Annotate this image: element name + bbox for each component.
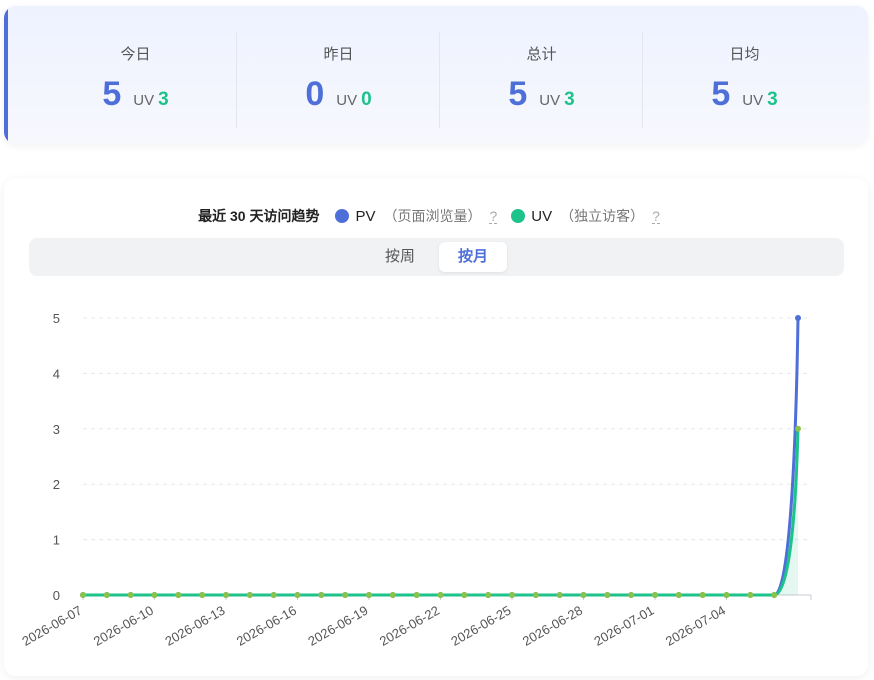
uv-point <box>604 592 611 598</box>
uv-point <box>652 592 658 598</box>
uv-point <box>127 592 134 598</box>
x-tick-label: 2026-07-04 <box>663 603 728 649</box>
x-tick-label: 2026-06-28 <box>520 603 585 649</box>
accent-bar <box>4 6 8 144</box>
x-tick-label: 2026-06-22 <box>377 603 442 649</box>
y-tick-label: 0 <box>53 588 60 603</box>
uv-point <box>318 592 325 598</box>
stat-daily-average: 日均 5 UV 3 <box>643 6 846 144</box>
uv-point <box>389 592 396 598</box>
uv-point <box>461 592 468 598</box>
uv-point <box>80 592 86 598</box>
uv-value: 3 <box>564 89 575 110</box>
uv-point <box>175 592 182 598</box>
uv-point <box>675 592 682 598</box>
uv-area <box>83 428 798 595</box>
stat-label: 昨日 <box>323 46 354 63</box>
uv-point <box>103 592 110 598</box>
pv-value: 5 <box>508 75 528 113</box>
stat-yesterday: 昨日 0 UV 0 <box>237 6 440 144</box>
uv-point <box>532 592 539 598</box>
pv-value: 5 <box>102 75 122 113</box>
uv-value: 0 <box>361 89 372 110</box>
chart-card: 最近 30 天访问趋势 PV （页面浏览量） ? UV （独立访客） ? 按周 … <box>4 178 868 676</box>
x-tick-label: 2026-06-19 <box>305 603 370 649</box>
uv-point <box>342 592 349 598</box>
x-tick-label: 2026-06-07 <box>19 603 84 649</box>
y-tick-label: 4 <box>53 366 60 381</box>
pv-value: 5 <box>711 75 731 113</box>
stats-card: 今日 5 UV 3 昨日 0 UV 0 总计 5 UV 3 日均 5 UV 3 <box>4 6 868 144</box>
stat-today: 今日 5 UV 3 <box>34 6 237 144</box>
trend-chart: 0123452026-06-07 2026-06-10 2026-06-13 2026… <box>19 311 812 649</box>
uv-point <box>485 592 492 598</box>
uv-point <box>294 592 301 598</box>
uv-value: 3 <box>767 89 778 110</box>
uv-point <box>509 592 515 598</box>
uv-point <box>366 592 372 598</box>
y-tick-label: 5 <box>53 311 60 326</box>
pv-point <box>795 315 801 321</box>
y-tick-label: 1 <box>53 533 60 548</box>
uv-point <box>437 592 444 598</box>
x-tick-label: 2026-06-13 <box>162 603 227 649</box>
uv-label: UV <box>539 92 561 109</box>
uv-series-line <box>83 428 800 597</box>
uv-point <box>556 592 563 598</box>
x-tick-label: 2026-07-01 <box>591 603 656 649</box>
uv-point <box>723 592 730 598</box>
uv-point <box>795 425 801 432</box>
stat-total: 总计 5 UV 3 <box>440 6 643 144</box>
uv-point <box>246 592 253 598</box>
y-tick-label: 3 <box>53 422 60 437</box>
uv-point <box>580 592 587 598</box>
stat-label: 日均 <box>729 46 760 63</box>
uv-point <box>413 592 420 598</box>
uv-point <box>270 592 277 598</box>
uv-point <box>628 592 635 598</box>
uv-point <box>747 592 754 598</box>
uv-point <box>199 592 206 598</box>
uv-label: UV <box>133 92 155 109</box>
x-tick-label: 2026-06-25 <box>448 603 513 649</box>
stat-label: 总计 <box>526 46 557 63</box>
uv-point <box>771 592 778 598</box>
uv-point <box>699 592 706 598</box>
uv-label: UV <box>336 92 358 109</box>
uv-point <box>223 592 229 598</box>
pv-series-line <box>83 317 800 597</box>
y-tick-label: 2 <box>53 477 60 492</box>
uv-label: UV <box>742 92 764 109</box>
stat-label: 今日 <box>120 46 151 63</box>
pv-value: 0 <box>305 75 325 113</box>
uv-point <box>151 592 158 598</box>
x-tick-label: 2026-06-16 <box>234 603 299 649</box>
uv-value: 3 <box>158 89 169 110</box>
x-tick-label: 2026-06-10 <box>91 603 156 649</box>
